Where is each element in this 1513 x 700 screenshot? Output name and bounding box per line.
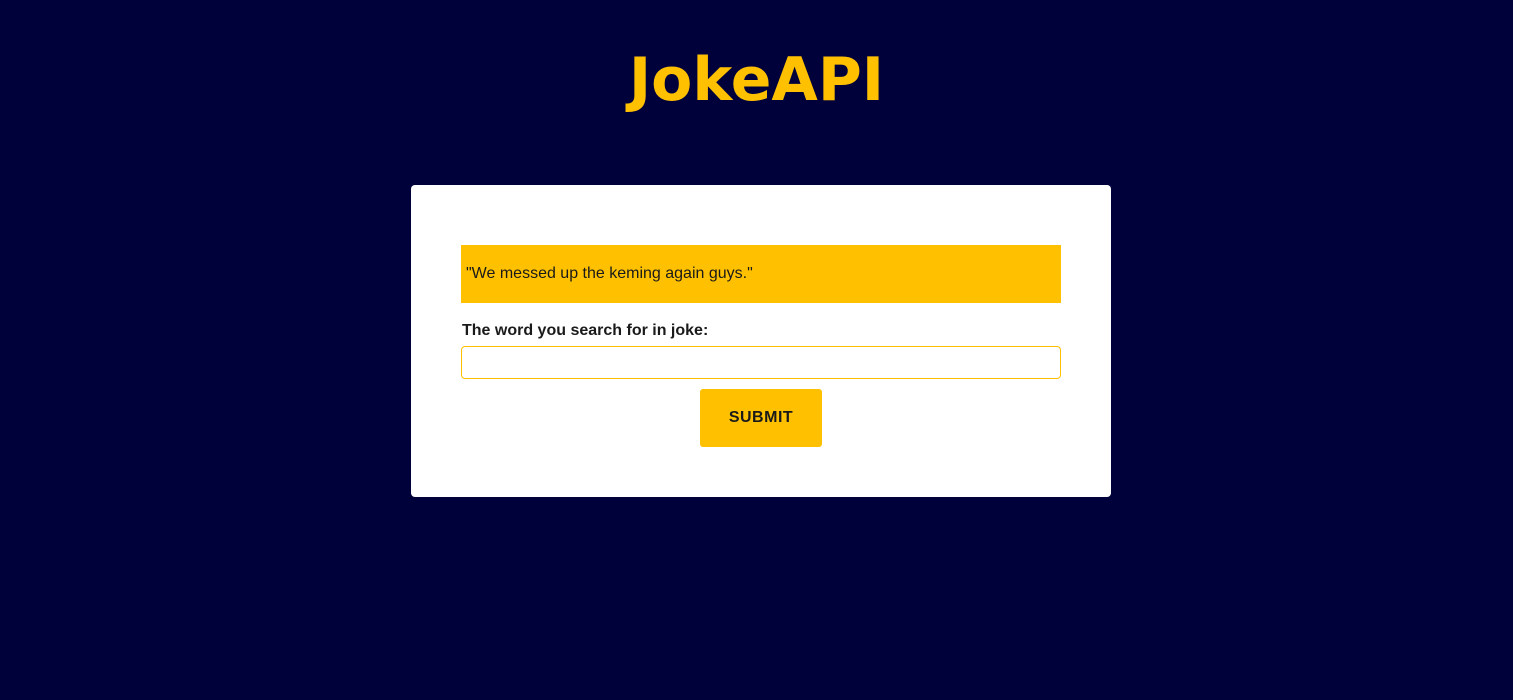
search-input[interactable]: [461, 346, 1061, 379]
joke-card: "We messed up the keming again guys." Th…: [411, 185, 1111, 497]
page-title: JokeAPI: [628, 45, 885, 115]
search-label: The word you search for in joke:: [462, 322, 709, 339]
joke-text: "We messed up the keming again guys.": [466, 265, 753, 282]
joke-display: "We messed up the keming again guys.": [461, 245, 1061, 303]
submit-button[interactable]: SUBMIT: [700, 389, 822, 447]
page: JokeAPI "We messed up the keming again g…: [0, 0, 1513, 700]
